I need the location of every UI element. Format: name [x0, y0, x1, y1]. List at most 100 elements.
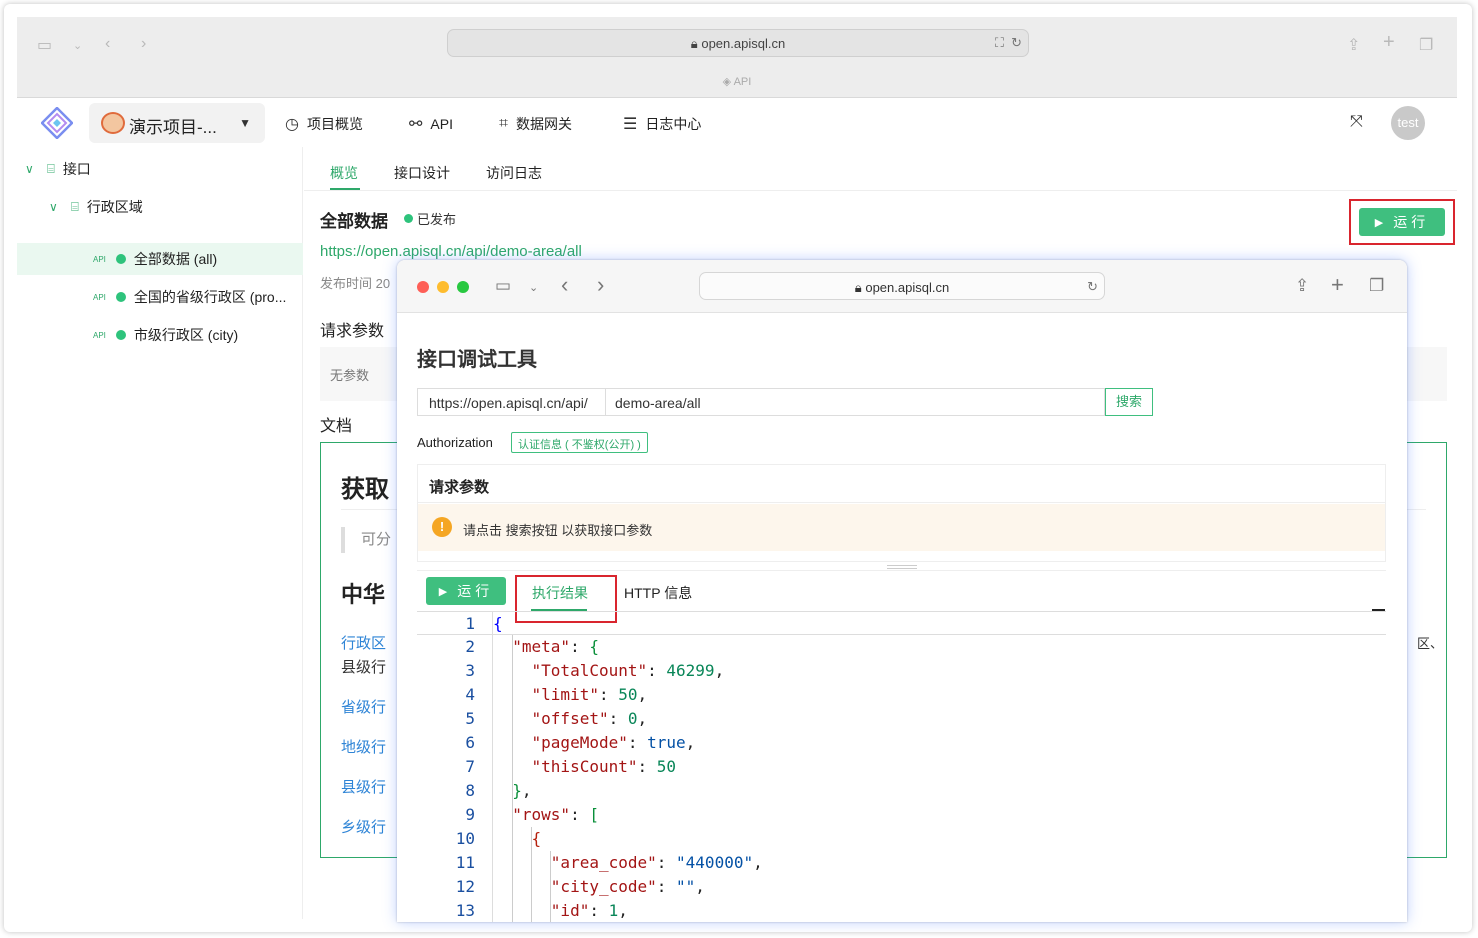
close-window-button[interactable]	[417, 281, 429, 293]
folder-icon: ⌸	[71, 199, 79, 214]
new-tab-icon[interactable]: +	[1383, 31, 1395, 54]
line-number: 10	[455, 829, 475, 848]
nav-log-center[interactable]: ☰ 日志中心	[623, 114, 701, 134]
search-button[interactable]: 搜索	[1105, 388, 1153, 416]
auth-info-tag[interactable]: 认证信息 ( 不鉴权(公开) )	[511, 432, 648, 453]
status-dot	[115, 254, 126, 264]
nav-project-overview[interactable]: ◷ 项目概览	[285, 114, 363, 134]
json-result-viewer[interactable]: 1 { 2 "meta": { 3 "TotalCount": 46299, 4…	[417, 611, 1386, 922]
api-tab-icon: ◈	[722, 76, 732, 88]
doc-link[interactable]: 县级行	[341, 776, 386, 797]
code-text: "TotalCount": 46299,	[531, 661, 725, 680]
play-icon: ▶	[1374, 216, 1384, 229]
request-params-panel: 请求参数 ! 请点击 搜索按钮 以获取接口参数	[417, 464, 1386, 562]
back-icon[interactable]: ‹	[105, 35, 110, 53]
outer-tab[interactable]: ◈ API	[17, 75, 1457, 88]
tree-item-all[interactable]: API 全部数据 (all)	[17, 243, 303, 275]
popup-url: open.apisql.cn	[865, 280, 950, 295]
code-line: 11 "area_code": "440000",	[417, 851, 1386, 875]
chevron-down-icon[interactable]: ∨	[49, 200, 65, 214]
chevron-down-icon[interactable]: ∨	[25, 162, 41, 176]
caret-down-icon: ▼	[239, 116, 251, 130]
doc-link[interactable]: 乡级行	[341, 816, 386, 837]
tree-root[interactable]: ∨ ⌸ 接口	[17, 153, 303, 185]
tree-item-province[interactable]: API 全国的省级行政区 (pro...	[17, 281, 303, 313]
url-path-input[interactable]: demo-area/all	[605, 388, 1105, 416]
resize-handle[interactable]	[887, 565, 917, 569]
doc-text: 县级行	[341, 659, 387, 676]
back-icon[interactable]: ‹	[561, 272, 568, 298]
debug-tool-window: ▭ ⌄ ‹ › 🔒︎ open.apisql.cn ↻ ⇪ + ❐ 接口调试工具…	[397, 260, 1407, 922]
popup-url-text: 🔒︎ open.apisql.cn	[700, 280, 1104, 296]
code-line: 9 "rows": [	[417, 803, 1386, 827]
nav-api[interactable]: ⚯ API	[409, 114, 453, 134]
line-number: 8	[465, 781, 475, 800]
tab-access-log[interactable]: 访问日志	[486, 163, 542, 183]
chevron-down-icon[interactable]: ⌄	[73, 39, 82, 52]
fullscreen-icon[interactable]: ⤧	[1350, 113, 1363, 131]
minimize-window-button[interactable]	[437, 281, 449, 293]
code-line: 4 "limit": 50,	[417, 683, 1386, 707]
folder-icon: ⌸	[47, 161, 55, 176]
reload-icon[interactable]: ↻	[1087, 279, 1098, 295]
share-icon[interactable]: ⇪	[1347, 35, 1360, 55]
nav-label: 日志中心	[645, 116, 702, 132]
tab-overview[interactable]: 概览	[330, 163, 358, 183]
line-number: 1	[465, 614, 475, 633]
project-selector[interactable]: 演示项目-... ▼	[89, 103, 265, 143]
code-line: 7 "thisCount": 50	[417, 755, 1386, 779]
detail-tabs: 概览 接口设计 访问日志	[304, 147, 1457, 191]
tree-group[interactable]: ∨ ⌸ 行政区域	[17, 191, 303, 223]
tree-item-city[interactable]: API 市级行政区 (city)	[17, 319, 303, 351]
run-button-label: 运行	[457, 583, 494, 599]
nav-data-gateway[interactable]: ⌗ 数据网关	[499, 114, 572, 134]
api-tree-sidebar: ∨ ⌸ 接口 ∨ ⌸ 行政区域 API 全部数据 (all) API 全国的省级…	[17, 147, 303, 919]
code-line: 3 "TotalCount": 46299,	[417, 659, 1386, 683]
doc-link[interactable]: 省级行	[341, 696, 386, 717]
maximize-window-button[interactable]	[457, 281, 469, 293]
reload-icon[interactable]: ↻	[1011, 35, 1022, 51]
code-line: 5 "offset": 0,	[417, 707, 1386, 731]
doc-link[interactable]: 行政区	[341, 632, 386, 653]
result-toolbar: ▶ 运行 执行结果 HTTP 信息	[417, 570, 1386, 623]
user-avatar[interactable]: test	[1391, 106, 1425, 140]
doc-title: 获取	[341, 476, 389, 503]
sidebar-toggle-icon[interactable]: ▭	[37, 35, 52, 55]
active-tab-indicator	[330, 188, 360, 190]
tabs-overview-icon[interactable]: ❐	[1419, 35, 1433, 55]
tree-item-label: 全国的省级行政区 (pro...	[133, 289, 287, 305]
doc-link[interactable]: 地级行	[341, 736, 386, 757]
api-url-link[interactable]: https://open.apisql.cn/api/demo-area/all	[320, 243, 582, 260]
forward-icon[interactable]: ›	[141, 35, 146, 53]
popup-address-bar[interactable]: 🔒︎ open.apisql.cn ↻	[699, 272, 1105, 300]
run-button[interactable]: ▶ 运行	[426, 577, 506, 605]
sidebar-toggle-icon[interactable]: ▭	[495, 276, 511, 296]
tab-http-info[interactable]: HTTP 信息	[624, 583, 692, 603]
play-icon: ▶	[438, 585, 448, 598]
debug-tool-title: 接口调试工具	[417, 349, 537, 371]
doc-subtitle: 中华	[341, 582, 386, 607]
outer-browser-toolbar: ▭ ⌄ ‹ › 🔒︎ open.apisql.cn ⛶ ↻ ⇪ + ❐ ◈ AP…	[17, 17, 1457, 98]
new-tab-icon[interactable]: +	[1331, 272, 1344, 298]
share-icon[interactable]: ⇪	[1295, 276, 1309, 296]
chevron-down-icon[interactable]: ⌄	[529, 281, 538, 294]
forward-icon[interactable]: ›	[597, 272, 604, 298]
outer-address-bar[interactable]: 🔒︎ open.apisql.cn ⛶ ↻	[447, 29, 1029, 57]
status-badge: 已发布	[404, 209, 456, 228]
tree-root-label: 接口	[62, 161, 91, 177]
line-number: 3	[465, 661, 475, 680]
code-text: "meta": {	[512, 637, 599, 656]
run-button[interactable]: ▶ 运行	[1359, 208, 1445, 236]
tabs-overview-icon[interactable]: ❐	[1369, 276, 1384, 296]
outer-url: open.apisql.cn	[701, 36, 786, 51]
code-text: },	[512, 781, 532, 800]
authorization-label: Authorization	[417, 435, 493, 450]
status-dot	[404, 214, 413, 223]
code-line: 2 "meta": {	[417, 635, 1386, 659]
app-logo-icon	[41, 107, 73, 139]
publish-time: 发布时间 20	[320, 276, 391, 291]
tab-api-design[interactable]: 接口设计	[394, 163, 450, 183]
link-icon: ⚯	[409, 116, 423, 133]
translate-icon[interactable]: ⛶	[995, 35, 1004, 51]
doc-quote: 可分	[341, 527, 391, 553]
